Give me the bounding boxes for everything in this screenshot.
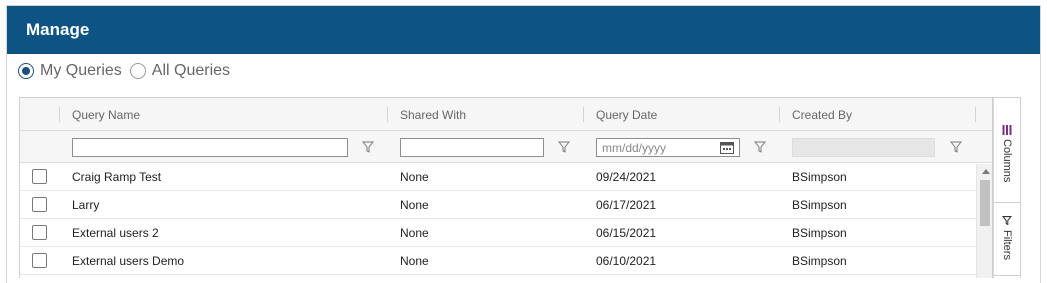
query-date-cell: 06/17/2021 (596, 197, 657, 212)
shared-with-cell: None (400, 197, 429, 212)
grid-side-panel: Columns Filters (993, 97, 1021, 278)
all-queries-label: All Queries (151, 62, 231, 79)
table-row[interactable]: External users Demo None 06/10/2021 BSim… (20, 247, 992, 275)
query-scope-radio-group: My Queries All Queries (18, 62, 238, 80)
shared-with-cell: None (400, 253, 429, 268)
column-header-shared-with[interactable]: Shared With (400, 98, 466, 131)
grid-header-row: Query Name Shared With Query Date Create… (20, 98, 992, 131)
row-checkbox[interactable] (32, 169, 47, 184)
row-checkbox[interactable] (32, 225, 47, 240)
calendar-icon[interactable] (720, 141, 734, 154)
table-row[interactable]: External users 2 None 06/15/2021 BSimpso… (20, 219, 992, 247)
page-title: Manage (26, 20, 90, 39)
date-placeholder: mm/dd/yyyy (602, 140, 667, 155)
radio-unchecked-icon[interactable] (129, 63, 146, 79)
filter-funnel-icon[interactable] (950, 140, 962, 154)
filter-funnel-icon[interactable] (754, 140, 766, 154)
grid-filter-row: mm/dd/yyyy (20, 131, 992, 163)
filters-panel-button[interactable]: Filters (994, 215, 1020, 275)
my-queries-label: My Queries (40, 62, 122, 79)
radio-checked-icon[interactable] (18, 63, 34, 79)
filter-funnel-icon (1002, 216, 1012, 226)
columns-panel-label: Columns (1001, 139, 1013, 183)
column-header-label: Created By (792, 107, 853, 122)
query-date-filter-input[interactable]: mm/dd/yyyy (596, 138, 740, 157)
column-header-label: Query Name (72, 107, 141, 122)
vertical-scrollbar[interactable] (976, 164, 992, 278)
column-separator[interactable] (59, 107, 60, 122)
my-queries-radio[interactable]: My Queries (18, 62, 122, 80)
query-name-cell[interactable]: External users Demo (72, 247, 184, 274)
column-separator[interactable] (583, 107, 584, 122)
query-name-cell[interactable]: Craig Ramp Test (72, 163, 161, 190)
queries-grid: Query Name Shared With Query Date Create… (19, 97, 993, 278)
created-by-cell: BSimpson (792, 225, 847, 240)
query-name-cell[interactable]: External users 2 (72, 219, 159, 246)
shared-with-cell: None (400, 169, 429, 184)
table-row[interactable]: Craig Ramp Test None 09/24/2021 BSimpson (20, 163, 992, 191)
filter-funnel-icon[interactable] (362, 140, 374, 154)
query-date-cell: 06/10/2021 (596, 253, 657, 268)
query-date-cell: 06/15/2021 (596, 225, 657, 240)
column-separator[interactable] (387, 107, 388, 122)
scroll-up-icon[interactable] (982, 169, 990, 174)
created-by-cell: BSimpson (792, 169, 847, 184)
filters-panel-label: Filters (1001, 230, 1013, 260)
side-panel-divider (994, 202, 1020, 203)
filter-funnel-icon[interactable] (558, 140, 570, 154)
created-by-filter-input[interactable] (792, 138, 935, 157)
query-date-cell: 09/24/2021 (596, 169, 657, 184)
row-checkbox[interactable] (32, 197, 47, 212)
query-name-cell[interactable]: Larry (72, 191, 99, 218)
panel-header: Manage (7, 6, 1040, 54)
column-header-query-name[interactable]: Query Name (72, 98, 140, 131)
row-checkbox[interactable] (32, 253, 47, 268)
side-panel-divider (994, 275, 1020, 276)
created-by-cell: BSimpson (792, 197, 847, 212)
column-separator[interactable] (975, 107, 976, 122)
shared-with-cell: None (400, 225, 429, 240)
column-header-query-date[interactable]: Query Date (596, 98, 657, 131)
all-queries-radio[interactable]: All Queries (129, 62, 231, 80)
table-row[interactable]: Larry None 06/17/2021 BSimpson (20, 191, 992, 219)
column-separator[interactable] (779, 107, 780, 122)
columns-panel-button[interactable]: Columns (994, 125, 1020, 195)
scrollbar-thumb[interactable] (980, 180, 990, 226)
columns-icon (1002, 125, 1012, 135)
column-header-label: Query Date (596, 107, 658, 122)
shared-with-filter-input[interactable] (400, 138, 544, 157)
column-header-created-by[interactable]: Created By (792, 98, 852, 131)
column-header-label: Shared With (400, 107, 467, 122)
query-name-filter-input[interactable] (72, 138, 348, 157)
created-by-cell: BSimpson (792, 253, 847, 268)
